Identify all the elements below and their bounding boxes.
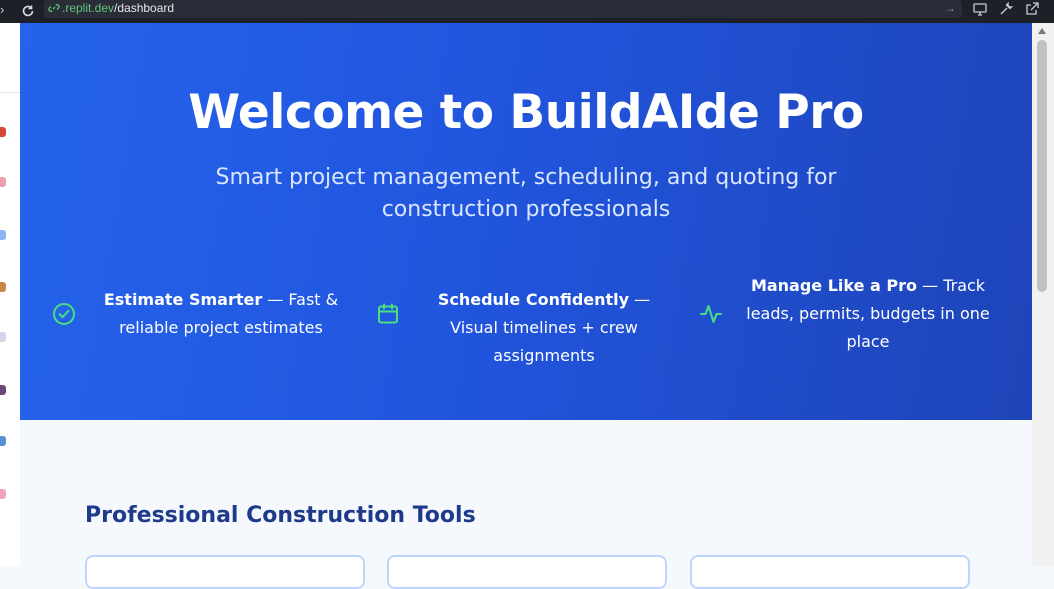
app-icon[interactable]	[0, 436, 6, 446]
sidebar-divider	[0, 92, 20, 93]
app-icon[interactable]	[0, 282, 6, 292]
tool-card[interactable]	[690, 555, 970, 589]
url-text: .replit.dev/dashboard	[62, 0, 174, 16]
tools-section: Professional Construction Tools	[20, 420, 1032, 589]
tool-card[interactable]	[85, 555, 365, 589]
feature-text: Estimate Smarter — Fast & reliable proje…	[96, 286, 346, 342]
calendar-icon	[375, 301, 401, 327]
feature-text: Schedule Confidently — Visual timelines …	[413, 286, 675, 370]
app-icon[interactable]	[0, 177, 6, 187]
hero-subtitle: Smart project management, scheduling, an…	[215, 165, 837, 222]
check-circle-icon	[51, 301, 77, 327]
hero-section: Welcome to BuildAIde Pro Smart project m…	[20, 23, 1032, 420]
scrollbar-thumb[interactable]	[1037, 40, 1047, 292]
external-link-icon[interactable]	[1024, 1, 1040, 17]
sidebar	[0, 23, 21, 566]
feature-title: Estimate Smarter	[103, 290, 263, 309]
app-icon[interactable]	[0, 332, 6, 342]
app-icon[interactable]	[0, 230, 6, 240]
scrollbar[interactable]	[1032, 23, 1054, 566]
browser-toolbar: › .replit.dev/dashboard →	[0, 0, 1054, 23]
feature-title: Manage Like a Pro	[750, 276, 918, 295]
monitor-icon[interactable]	[972, 1, 988, 17]
link-icon	[48, 2, 60, 18]
app-icon[interactable]	[0, 127, 6, 137]
feature-title: Schedule Confidently	[437, 290, 630, 309]
address-bar[interactable]: .replit.dev/dashboard →	[44, 0, 962, 18]
activity-icon	[698, 301, 724, 327]
url-host: .replit.dev	[62, 1, 115, 15]
open-arrow-icon[interactable]: →	[944, 0, 956, 16]
scroll-up-arrow-icon[interactable]	[1038, 28, 1046, 34]
url-path: /dashboard	[114, 1, 175, 15]
app-icon[interactable]	[0, 385, 6, 395]
forward-icon[interactable]: ›	[0, 2, 4, 17]
wrench-icon[interactable]	[998, 1, 1014, 17]
hero-title: Welcome to BuildAIde Pro	[188, 85, 864, 140]
feature-text: Manage Like a Pro — Track leads, permits…	[739, 272, 997, 356]
tool-card[interactable]	[387, 555, 667, 589]
reload-icon[interactable]	[18, 1, 38, 21]
app-icon[interactable]	[0, 489, 6, 499]
tools-heading: Professional Construction Tools	[85, 503, 476, 528]
